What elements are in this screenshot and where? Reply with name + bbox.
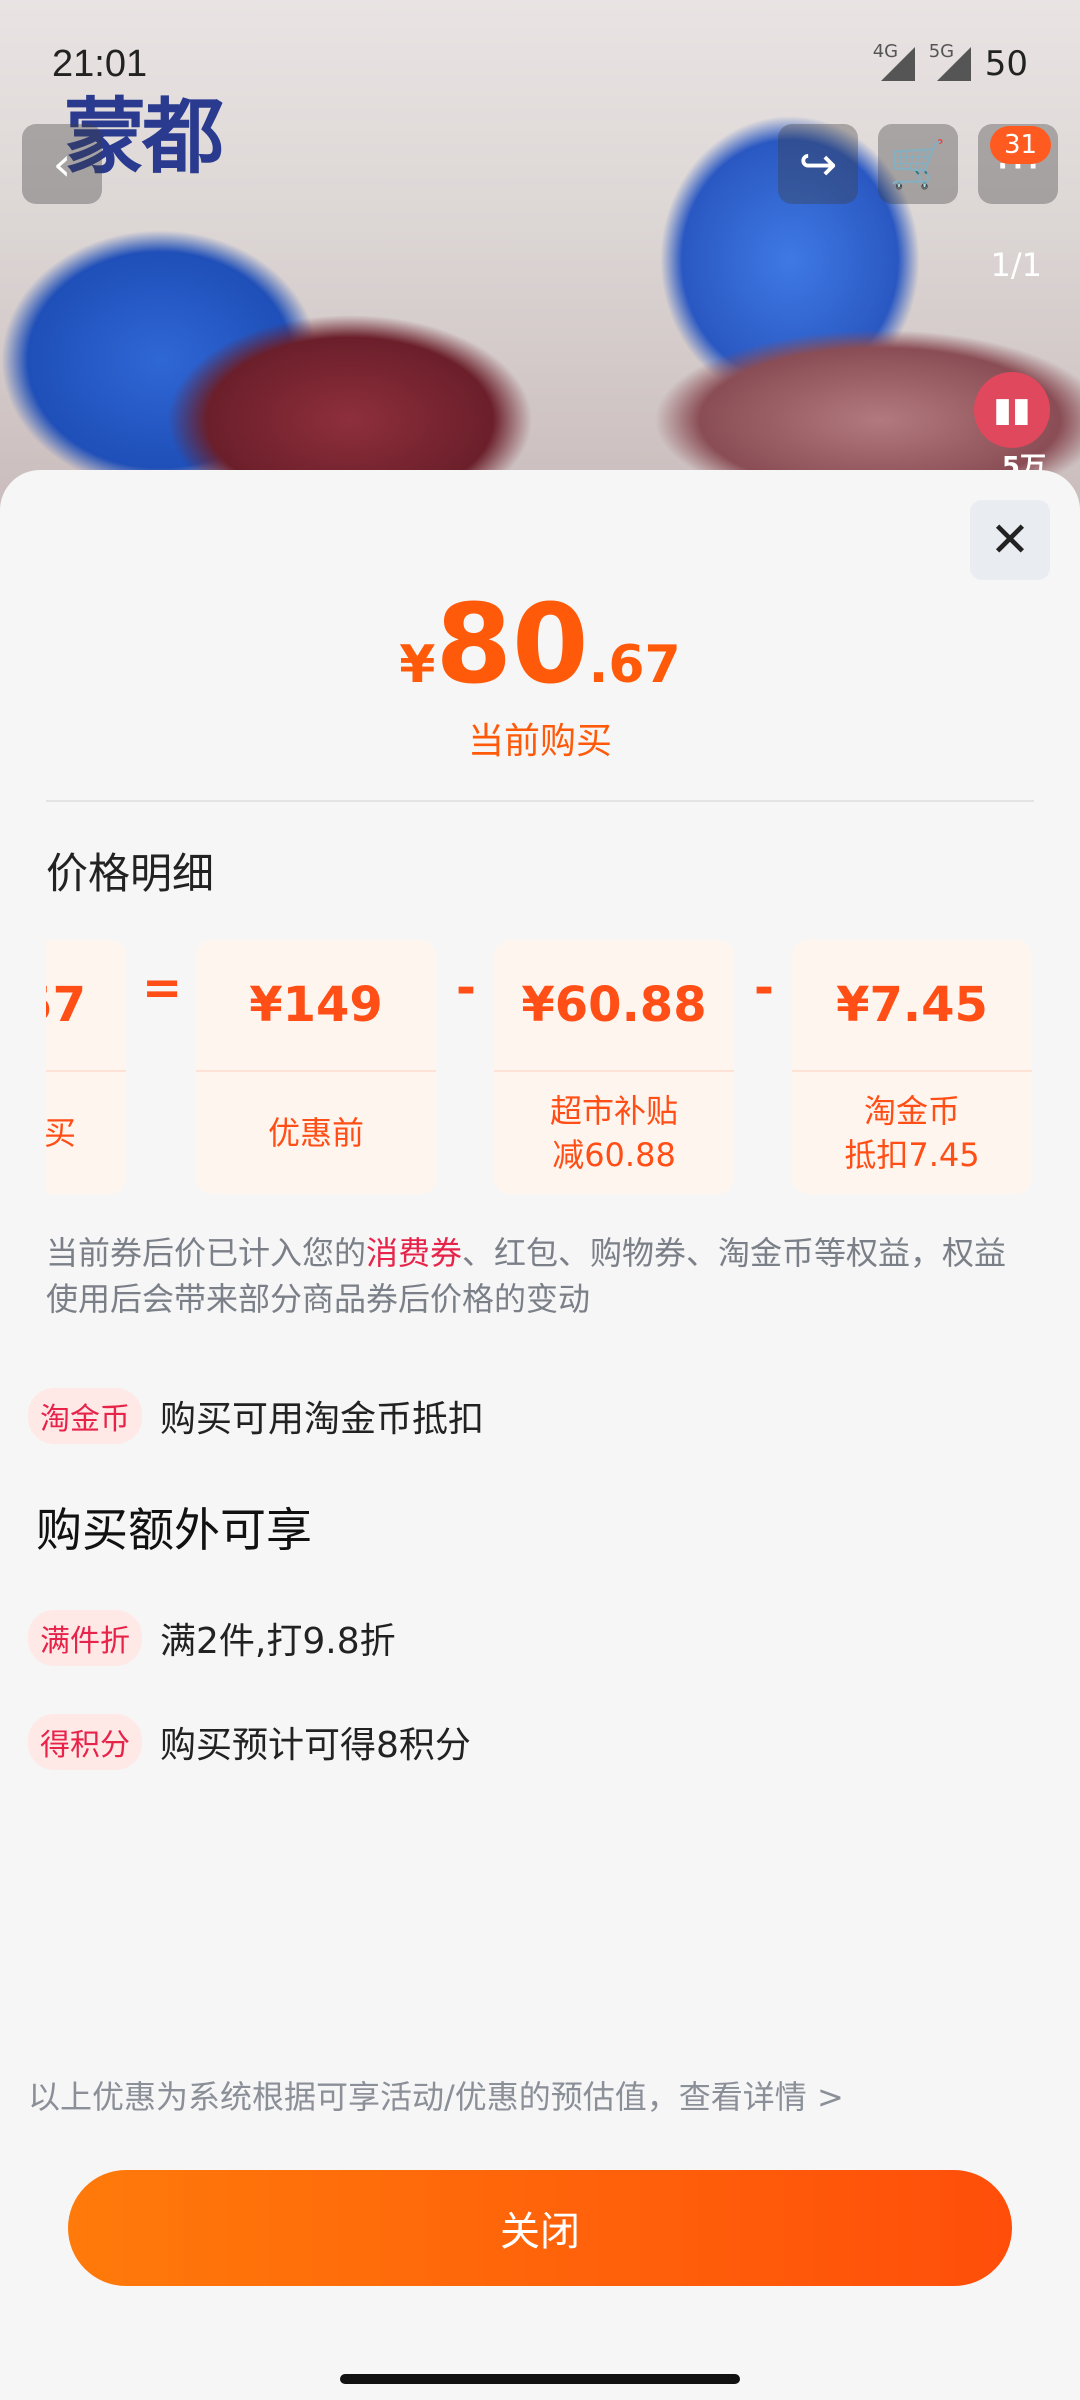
- extra-benefits-title: 购买额外可享: [36, 1503, 312, 1557]
- share-icon: ↪: [798, 137, 838, 191]
- breakdown-card-result: 57 买: [46, 940, 126, 1194]
- cart-button[interactable]: 🛒: [878, 124, 958, 204]
- details-link[interactable]: 以上优惠为系统根据可享活动/优惠的预估值，查看详情 >: [28, 2072, 844, 2118]
- taojinbi-text: 购买可用淘金币抵扣: [160, 1399, 485, 1440]
- card-value: ¥7.45: [792, 940, 1032, 1072]
- card-label-line1: 超市补贴: [549, 1092, 678, 1130]
- card-value: ¥149: [196, 940, 436, 1072]
- card-label-line1: 淘金币: [863, 1092, 960, 1130]
- card-label: 优惠前: [267, 1114, 364, 1152]
- chevron-left-icon: ‹: [52, 137, 72, 191]
- note-highlight: 消费券: [366, 1234, 463, 1272]
- share-button[interactable]: ↪: [778, 124, 858, 204]
- note-text: 当前券后价已计入您的: [46, 1234, 367, 1272]
- discount-text: 满2件,打9.8折: [160, 1621, 396, 1662]
- close-sheet-button[interactable]: ✕: [970, 500, 1050, 580]
- battery-level: 50: [984, 44, 1028, 84]
- section-title: 价格明细: [46, 849, 215, 898]
- price-decimal: .67: [588, 635, 681, 695]
- image-pager: 1/1: [990, 246, 1043, 284]
- taojinbi-tag: 淘金币: [28, 1388, 142, 1444]
- breakdown-card-original: ¥149 优惠前: [196, 940, 436, 1194]
- taojinbi-row: 淘金币 购买可用淘金币抵扣: [28, 1388, 484, 1444]
- price-currency: ¥: [399, 635, 436, 695]
- points-text: 购买预计可得8积分: [160, 1725, 471, 1766]
- breakdown-card-coins: ¥7.45 淘金币 抵扣7.45: [792, 940, 1032, 1194]
- cart-badge: 31: [990, 126, 1052, 164]
- price-label: 当前购买: [467, 721, 612, 762]
- close-icon: ✕: [989, 512, 1031, 568]
- close-button[interactable]: 关闭: [68, 2170, 1012, 2286]
- discount-tag: 满件折: [28, 1610, 142, 1666]
- signal-5g-icon: 5G: [929, 41, 971, 81]
- card-value: 57: [46, 940, 126, 1072]
- extra-row-points: 得积分 购买预计可得8积分: [28, 1714, 471, 1770]
- card-label: 超市补贴 减60.88: [494, 1072, 734, 1194]
- points-tag: 得积分: [28, 1714, 142, 1770]
- card-label-line2: 抵扣7.45: [844, 1136, 980, 1174]
- card-label: 买: [46, 1114, 76, 1152]
- equals-sign: =: [142, 960, 183, 1016]
- minus-sign: -: [754, 960, 774, 1016]
- card-label-line2: 减60.88: [552, 1136, 676, 1174]
- current-price: ¥80.67: [0, 580, 1080, 708]
- price-detail-sheet: ✕ ¥80.67 当前购买 价格明细 57 买 = ¥149 优惠前 - ¥60…: [0, 470, 1080, 2400]
- price-note: 当前券后价已计入您的消费券、红包、购物券、淘金币等权益，权益使用后会带来部分商品…: [46, 1230, 1034, 1322]
- price-integer: 80: [435, 580, 589, 708]
- bars-icon: ▮▮: [993, 390, 1031, 430]
- cart-icon: 🛒: [889, 136, 947, 191]
- home-indicator[interactable]: [340, 2374, 740, 2384]
- card-label: 淘金币 抵扣7.45: [792, 1072, 1032, 1194]
- back-button[interactable]: ‹: [22, 124, 102, 204]
- live-button[interactable]: ▮▮: [974, 372, 1050, 448]
- price-breakdown-cards[interactable]: 57 买 = ¥149 优惠前 - ¥60.88 超市补贴 减60.88 - ¥…: [46, 940, 1034, 1194]
- extra-row-discount: 满件折 满2件,打9.8折: [28, 1610, 396, 1666]
- breakdown-card-subsidy: ¥60.88 超市补贴 减60.88: [494, 940, 734, 1194]
- minus-sign: -: [456, 960, 476, 1016]
- signal-4g-icon: 4G: [873, 41, 915, 81]
- card-value: ¥60.88: [494, 940, 734, 1072]
- divider: [46, 800, 1034, 802]
